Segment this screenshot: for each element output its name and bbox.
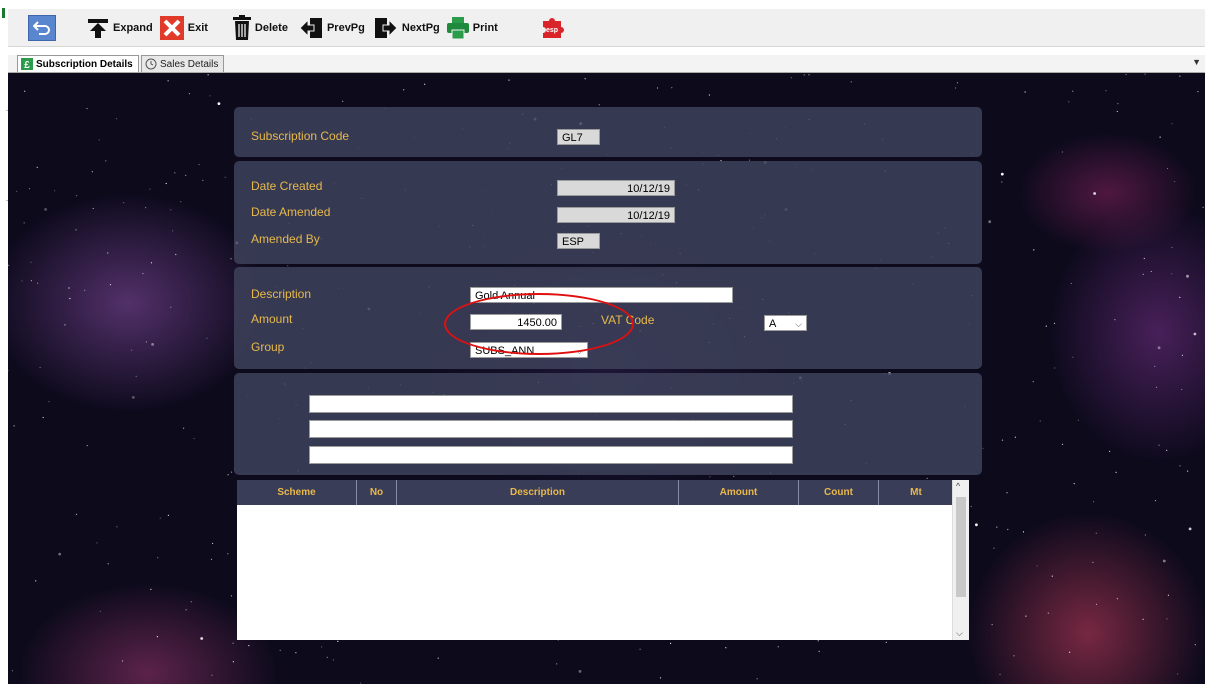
description-label: Description — [251, 287, 312, 301]
close-icon — [159, 15, 184, 40]
expand-button[interactable]: Expand — [86, 13, 153, 43]
notes-line-2[interactable] — [309, 420, 793, 438]
print-label: Print — [472, 21, 498, 34]
col-description[interactable]: Description — [397, 480, 679, 505]
left-edge — [0, 0, 8, 684]
date-amended-label: Date Amended — [251, 205, 331, 219]
svg-text:£: £ — [24, 60, 30, 70]
tab-subscription-details-label: Subscription Details — [36, 58, 133, 70]
panel-audit: Date Created 10/12/19 Date Amended 10/12… — [234, 161, 982, 264]
nextpg-label: NextPg — [401, 21, 440, 34]
scheme-grid: Scheme No Description Amount Count Mt ^ … — [237, 480, 969, 640]
exit-label: Exit — [187, 21, 208, 34]
amended-by-field: ESP — [557, 233, 600, 249]
col-no[interactable]: No — [357, 480, 397, 505]
exit-button[interactable]: Exit — [159, 13, 208, 43]
delete-button[interactable]: Delete — [232, 13, 288, 43]
date-created-field: 10/12/19 — [557, 180, 675, 196]
panel-code: Subscription Code GL7 — [234, 107, 982, 157]
expand-label: Expand — [113, 21, 153, 34]
col-scheme[interactable]: Scheme — [237, 480, 357, 505]
vat-code-select[interactable]: A ⌵ — [764, 315, 807, 331]
subscription-code-label: Subscription Code — [251, 129, 350, 143]
panel-notes — [234, 373, 982, 475]
chevron-down-icon: ⌵ — [795, 319, 802, 329]
pound-icon: £ — [21, 58, 33, 70]
notes-line-3[interactable] — [309, 446, 793, 464]
scroll-thumb[interactable] — [956, 497, 966, 597]
next-page-icon — [374, 17, 398, 38]
group-label: Group — [251, 340, 285, 354]
nextpg-button[interactable]: NextPg — [373, 13, 440, 43]
prev-page-icon — [299, 17, 322, 38]
date-created-label: Date Created — [251, 179, 323, 193]
scroll-down-icon[interactable]: ⌵ — [956, 628, 963, 639]
undo-icon — [33, 20, 50, 35]
notes-line-1[interactable] — [309, 395, 793, 413]
svg-text:esp: esp — [546, 27, 558, 34]
prevpg-label: PrevPg — [326, 21, 365, 34]
tab-sales-details-label: Sales Details — [160, 58, 219, 70]
grid-header: Scheme No Description Amount Count Mt — [237, 480, 953, 505]
trash-icon — [232, 14, 251, 40]
scroll-up-icon[interactable]: ^ — [956, 481, 960, 491]
tab-subscription-details[interactable]: £ Subscription Details — [17, 55, 139, 72]
form-background: Subscription Code GL7 Date Created 10/12… — [8, 73, 1205, 684]
puzzle-logo-icon: esp — [542, 17, 564, 38]
col-mt[interactable]: Mt — [879, 480, 953, 505]
tab-menu-arrow-icon[interactable]: ▼ — [1192, 57, 1201, 67]
clock-icon — [145, 58, 157, 70]
printer-icon — [446, 16, 469, 39]
tab-bar: £ Subscription Details Sales Details ▼ — [8, 55, 1205, 73]
expand-icon — [88, 18, 108, 38]
date-amended-field: 10/12/19 — [557, 207, 675, 223]
tab-sales-details[interactable]: Sales Details — [141, 55, 225, 72]
amended-by-label: Amended By — [251, 232, 320, 246]
delete-label: Delete — [254, 21, 288, 34]
subscription-code-field[interactable]: GL7 — [557, 129, 600, 145]
col-count[interactable]: Count — [799, 480, 879, 505]
vat-code-value: A — [769, 318, 777, 330]
amount-label: Amount — [251, 312, 293, 326]
prevpg-button[interactable]: PrevPg — [298, 13, 365, 43]
print-button[interactable]: Print — [446, 13, 498, 43]
undo-button[interactable] — [28, 14, 56, 41]
toolbar: Expand Exit Delete PrevPg NextPg Print e… — [8, 9, 1205, 47]
col-amount[interactable]: Amount — [679, 480, 799, 505]
esp-logo: esp — [540, 13, 564, 43]
annotation-ellipse — [444, 293, 634, 355]
grid-scrollbar[interactable]: ^ ⌵ — [952, 480, 969, 640]
